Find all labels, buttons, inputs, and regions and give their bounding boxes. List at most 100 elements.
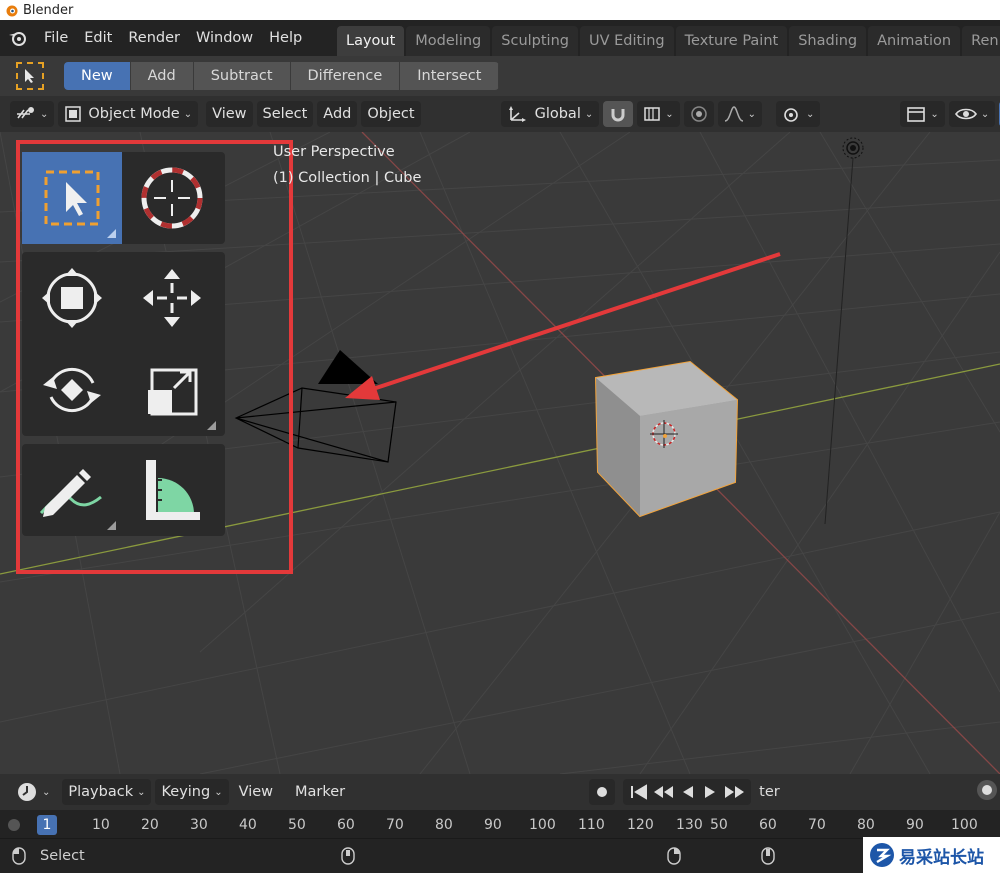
tab-shading[interactable]: Shading bbox=[789, 26, 867, 56]
watermark-text: 易采站长站 bbox=[899, 847, 984, 868]
menu-help[interactable]: Help bbox=[261, 20, 310, 56]
selection-mode-group: New Add Subtract Difference Intersect bbox=[64, 62, 500, 90]
tab-uv-editing[interactable]: UV Editing bbox=[579, 26, 674, 56]
viewport-menu-view[interactable]: View bbox=[206, 101, 253, 127]
play-icon[interactable] bbox=[699, 784, 721, 800]
tool-measure[interactable] bbox=[122, 444, 222, 536]
frame-tick: 10 bbox=[92, 817, 110, 833]
watermark-icon bbox=[870, 843, 894, 867]
timeline-header: ⌄ Playback ⌄ Keying ⌄ View Marker ter bbox=[0, 774, 1000, 810]
play-reverse-icon[interactable] bbox=[677, 784, 699, 800]
timeline-menu-marker[interactable]: Marker bbox=[289, 779, 351, 805]
record-button-right[interactable] bbox=[976, 779, 998, 805]
frame-tick: 130 bbox=[676, 817, 703, 833]
viewport-object-label: (1) Collection | Cube bbox=[273, 170, 422, 186]
timeline-editor-type-button[interactable]: ⌄ bbox=[10, 779, 56, 805]
record-button[interactable] bbox=[589, 779, 616, 805]
menu-file[interactable]: File bbox=[36, 20, 76, 56]
frame-tick: 60 bbox=[759, 817, 777, 833]
visibility-dropdown[interactable]: ⌄ bbox=[948, 101, 996, 127]
tool-transform[interactable] bbox=[22, 252, 122, 344]
tool-annotate[interactable] bbox=[22, 444, 122, 536]
chevron-down-icon: ⌄ bbox=[665, 108, 674, 120]
mouse-right-icon bbox=[667, 847, 681, 865]
snap-toggle[interactable] bbox=[603, 101, 634, 127]
3d-viewport[interactable]: User Perspective (1) Collection | Cube bbox=[0, 132, 1000, 774]
toolbar-group-annotate bbox=[22, 444, 225, 536]
tab-modeling[interactable]: Modeling bbox=[406, 26, 491, 56]
watermark-logo: 易采站长站 bbox=[863, 837, 1000, 873]
frame-tick: 80 bbox=[435, 817, 453, 833]
frame-tick: 30 bbox=[190, 817, 208, 833]
falloff-dropdown[interactable]: ⌄ bbox=[717, 101, 763, 127]
tab-texture-paint[interactable]: Texture Paint bbox=[675, 26, 788, 56]
editor-type-button[interactable]: ⌄ bbox=[10, 101, 55, 127]
move-icon bbox=[143, 269, 201, 327]
timeline-menu-view[interactable]: View bbox=[233, 779, 279, 805]
tool-move[interactable] bbox=[122, 252, 222, 344]
mode-new-button[interactable]: New bbox=[64, 62, 131, 90]
frame-tick: 80 bbox=[857, 817, 875, 833]
snap-target-dropdown[interactable]: ⌄ bbox=[637, 101, 680, 127]
tool-scale[interactable] bbox=[122, 344, 222, 436]
active-tool-icon[interactable] bbox=[16, 62, 44, 90]
tool-rotate[interactable] bbox=[22, 344, 122, 436]
frame-tick: 120 bbox=[627, 817, 654, 833]
menu-edit[interactable]: Edit bbox=[76, 20, 120, 56]
tool-cursor[interactable] bbox=[122, 152, 222, 244]
magnet-icon bbox=[611, 109, 625, 122]
object-types-dropdown[interactable]: ⌄ bbox=[900, 101, 945, 127]
top-menu-bar: File Edit Render Window Help Layout Mode… bbox=[0, 20, 1000, 56]
chevron-down-icon: ⌄ bbox=[40, 108, 49, 120]
chevron-down-icon: ⌄ bbox=[584, 108, 594, 120]
frame-tick: 50 bbox=[288, 817, 306, 833]
pivot-point-dropdown[interactable]: ⌄ bbox=[776, 101, 821, 127]
mode-add-button[interactable]: Add bbox=[130, 62, 194, 90]
viewport-menu-select[interactable]: Select bbox=[256, 101, 314, 127]
proportional-edit-toggle[interactable] bbox=[683, 101, 714, 127]
object-mode-dropdown[interactable]: Object Mode ⌄ bbox=[58, 101, 199, 127]
viewport-header: ⌄ Object Mode ⌄ View Select Add Object G… bbox=[0, 96, 1000, 132]
menu-window[interactable]: Window bbox=[188, 20, 261, 56]
proportional-edit-icon bbox=[690, 106, 707, 122]
timeline-scroll-handle[interactable] bbox=[8, 819, 20, 831]
tab-animation[interactable]: Animation bbox=[868, 26, 961, 56]
object-mode-label: Object Mode bbox=[88, 106, 180, 122]
current-frame-indicator[interactable]: 1 bbox=[37, 815, 57, 835]
rotate-icon bbox=[43, 367, 101, 413]
orientation-icon bbox=[508, 106, 526, 122]
blender-logo-icon bbox=[6, 5, 18, 17]
mouse-middle-icon bbox=[341, 847, 355, 865]
viewport-menu-add[interactable]: Add bbox=[317, 101, 358, 127]
mode-difference-button[interactable]: Difference bbox=[290, 62, 401, 90]
tool-select-box[interactable] bbox=[22, 152, 122, 244]
viewport-menu-object[interactable]: Object bbox=[361, 101, 421, 127]
default-cube[interactable] bbox=[594, 360, 739, 518]
tab-rendering[interactable]: Ren bbox=[962, 26, 1000, 56]
falloff-curve-icon bbox=[724, 106, 743, 122]
timeline-ruler[interactable]: 1 10 20 30 40 50 60 70 80 90 100 110 120… bbox=[0, 810, 1000, 838]
chevron-down-icon: ⌄ bbox=[980, 108, 990, 120]
timeline-menu-playback[interactable]: Playback ⌄ bbox=[62, 779, 152, 805]
transform-orientation-dropdown[interactable]: Global ⌄ bbox=[500, 101, 600, 127]
toolbar bbox=[22, 152, 225, 544]
status-select-label: Select bbox=[40, 848, 85, 864]
tool-variants-indicator bbox=[107, 521, 116, 530]
tool-variants-indicator bbox=[207, 421, 216, 430]
viewport-editor-icon bbox=[17, 107, 34, 119]
tab-sculpting[interactable]: Sculpting bbox=[492, 26, 578, 56]
mode-subtract-button[interactable]: Subtract bbox=[193, 62, 291, 90]
status-bar: Select bbox=[0, 838, 1000, 873]
blender-menu-icon[interactable] bbox=[0, 20, 36, 56]
frame-tick: 90 bbox=[484, 817, 502, 833]
tool-settings-bar: New Add Subtract Difference Intersect bbox=[0, 56, 1000, 96]
fast-forward-icon[interactable] bbox=[721, 784, 747, 800]
tab-layout[interactable]: Layout bbox=[337, 26, 405, 56]
timeline-menu-keying[interactable]: Keying ⌄ bbox=[155, 779, 229, 805]
object-types-icon bbox=[907, 107, 926, 122]
jump-start-icon[interactable] bbox=[627, 784, 651, 800]
menu-render[interactable]: Render bbox=[120, 20, 188, 56]
light-object[interactable] bbox=[824, 137, 864, 525]
rewind-icon[interactable] bbox=[651, 784, 677, 800]
mode-intersect-button[interactable]: Intersect bbox=[400, 62, 500, 90]
